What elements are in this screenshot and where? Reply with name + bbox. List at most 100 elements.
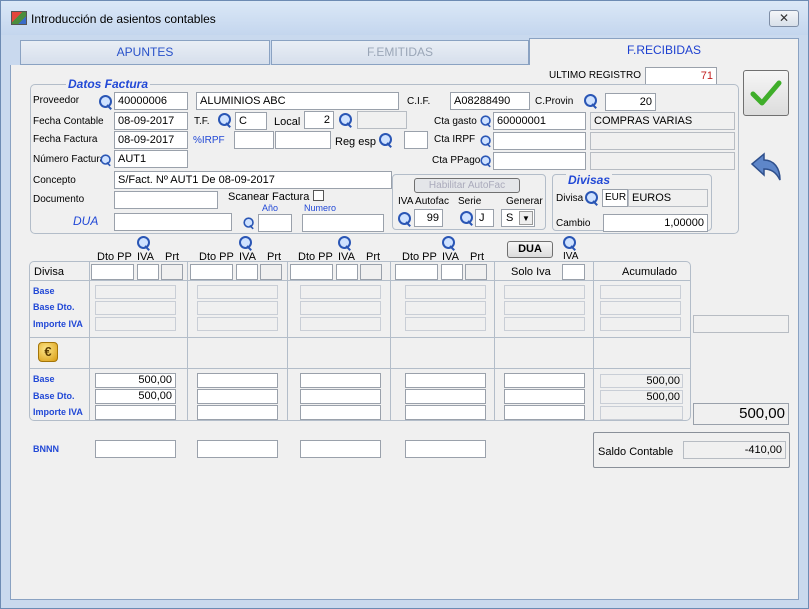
iva-search-icon[interactable]: [239, 236, 253, 250]
pirpf-value-field[interactable]: [275, 131, 331, 149]
base-label: Base: [33, 286, 55, 296]
reg-esp-label: Reg esp: [335, 136, 376, 148]
cambio-field[interactable]: 1,00000: [603, 214, 708, 232]
cta-ppago-search-icon[interactable]: [480, 155, 491, 166]
fecha-factura-label: Fecha Factura: [33, 134, 98, 145]
dto-pp-field[interactable]: [190, 264, 233, 280]
iva-search-icon[interactable]: [137, 236, 151, 250]
bnnn-field-3[interactable]: [300, 440, 381, 458]
proveedor-name-field[interactable]: ALUMINIOS ABC: [196, 92, 399, 110]
cta-gasto-field[interactable]: 60000001: [493, 112, 586, 130]
grid-input-cell[interactable]: [300, 389, 381, 404]
grid-input-cell[interactable]: [405, 373, 486, 388]
cif-field[interactable]: A08288490: [450, 92, 530, 110]
dua-ano-field[interactable]: [258, 214, 292, 232]
prt-field[interactable]: [465, 264, 487, 280]
close-button[interactable]: ✕: [769, 10, 799, 27]
prt-field[interactable]: [260, 264, 282, 280]
grid-input-cell[interactable]: [405, 405, 486, 420]
local-search-icon[interactable]: [339, 113, 353, 127]
serie-search-icon[interactable]: [460, 211, 474, 225]
grid-input-cell[interactable]: [95, 405, 176, 420]
base-value-field[interactable]: 500,00: [95, 373, 176, 388]
window-title: Introducción de asientos contables: [31, 12, 216, 26]
cprovin-field[interactable]: 20: [605, 93, 656, 111]
grid-cell: [300, 285, 381, 299]
dto-pp-field[interactable]: [290, 264, 333, 280]
base-eur-label: Base: [33, 374, 55, 384]
euro-icon[interactable]: €: [38, 342, 58, 362]
dua-iva-search-icon[interactable]: [563, 236, 577, 250]
dua-button[interactable]: DUA: [507, 241, 553, 258]
bnnn-field-2[interactable]: [197, 440, 278, 458]
bnnn-field-1[interactable]: [95, 440, 176, 458]
generar-label: Generar: [506, 196, 543, 207]
iva-search-icon[interactable]: [442, 236, 456, 250]
tab-apuntes[interactable]: APUNTES: [20, 40, 270, 65]
iva-autofac-field[interactable]: 99: [414, 209, 443, 227]
dua-numero-field[interactable]: [302, 214, 384, 232]
tab-f-recibidas[interactable]: F.RECIBIDAS: [529, 38, 799, 65]
cta-irpf-search-icon[interactable]: [480, 135, 491, 146]
grid-input-cell[interactable]: [405, 389, 486, 404]
local-field[interactable]: 2: [304, 111, 334, 129]
saldo-contable-field: -410,00: [683, 441, 786, 459]
iva-search-icon[interactable]: [338, 236, 352, 250]
scanear-factura-checkbox[interactable]: [313, 190, 324, 201]
grid-input-cell[interactable]: [504, 389, 585, 404]
grid-input-cell[interactable]: [504, 373, 585, 388]
concepto-field[interactable]: S/Fact. Nº AUT1 De 08-09-2017: [114, 171, 392, 189]
grid-input-cell[interactable]: [300, 405, 381, 420]
prt-field[interactable]: [360, 264, 382, 280]
tab-f-emitidas[interactable]: F.EMITIDAS: [271, 40, 529, 65]
dto-pp-field[interactable]: [395, 264, 438, 280]
proveedor-search-icon[interactable]: [99, 95, 113, 109]
reg-esp-search-icon[interactable]: [379, 133, 393, 147]
grid-input-cell[interactable]: [197, 373, 278, 388]
habilitar-autofac-button[interactable]: Habilitar AutoFac: [414, 178, 520, 193]
cta-irpf-field[interactable]: [493, 132, 586, 150]
fecha-contable-field[interactable]: 08-09-2017: [114, 112, 188, 130]
title-bar: Introducción de asientos contables ✕: [1, 1, 808, 35]
dua-field[interactable]: [114, 213, 232, 231]
ultimo-registro-field[interactable]: 71: [645, 67, 717, 85]
dua-search-icon[interactable]: [243, 217, 254, 228]
numero-factura-search-icon[interactable]: [100, 154, 111, 165]
tf-search-icon[interactable]: [218, 113, 232, 127]
serie-field[interactable]: J: [475, 209, 494, 227]
grid-input-cell[interactable]: [197, 389, 278, 404]
cta-ppago-field[interactable]: [493, 152, 586, 170]
grid-input-cell[interactable]: [504, 405, 585, 420]
grid-input-cell[interactable]: [300, 373, 381, 388]
cprovin-search-icon[interactable]: [584, 94, 598, 108]
bnnn-field-4[interactable]: [405, 440, 486, 458]
cif-label: C.I.F.: [407, 96, 431, 107]
documento-field[interactable]: [114, 191, 218, 209]
iva-autofac-label: IVA Autofac: [398, 196, 449, 207]
back-button[interactable]: [748, 150, 784, 186]
divisa-search-icon[interactable]: [585, 191, 599, 205]
iva-autofac-search-icon[interactable]: [398, 212, 412, 226]
reg-esp-field[interactable]: [404, 131, 428, 149]
iva-field[interactable]: [336, 264, 358, 280]
cprovin-label: C.Provin: [535, 96, 574, 107]
grid-input-cell[interactable]: [197, 405, 278, 420]
scanear-factura-label: Scanear Factura: [228, 191, 310, 203]
divisa-code-field[interactable]: EUR: [602, 189, 628, 207]
generar-select[interactable]: S ▼: [501, 209, 535, 227]
iva-field[interactable]: [441, 264, 463, 280]
dto-pp-field[interactable]: [91, 264, 134, 280]
numero-factura-field[interactable]: AUT1: [114, 150, 188, 168]
pirpf-field[interactable]: [234, 131, 274, 149]
tf-field[interactable]: C: [235, 112, 267, 130]
accept-button[interactable]: [743, 70, 789, 116]
prt-field[interactable]: [161, 264, 183, 280]
grid-cell: [405, 285, 486, 299]
iva-field[interactable]: [137, 264, 159, 280]
solo-iva-field[interactable]: [562, 264, 585, 280]
iva-field[interactable]: [236, 264, 258, 280]
fecha-factura-field[interactable]: 08-09-2017: [114, 131, 188, 149]
proveedor-code-field[interactable]: 40000006: [114, 92, 188, 110]
cta-gasto-search-icon[interactable]: [480, 115, 491, 126]
base-dto-value-field[interactable]: 500,00: [95, 389, 176, 404]
